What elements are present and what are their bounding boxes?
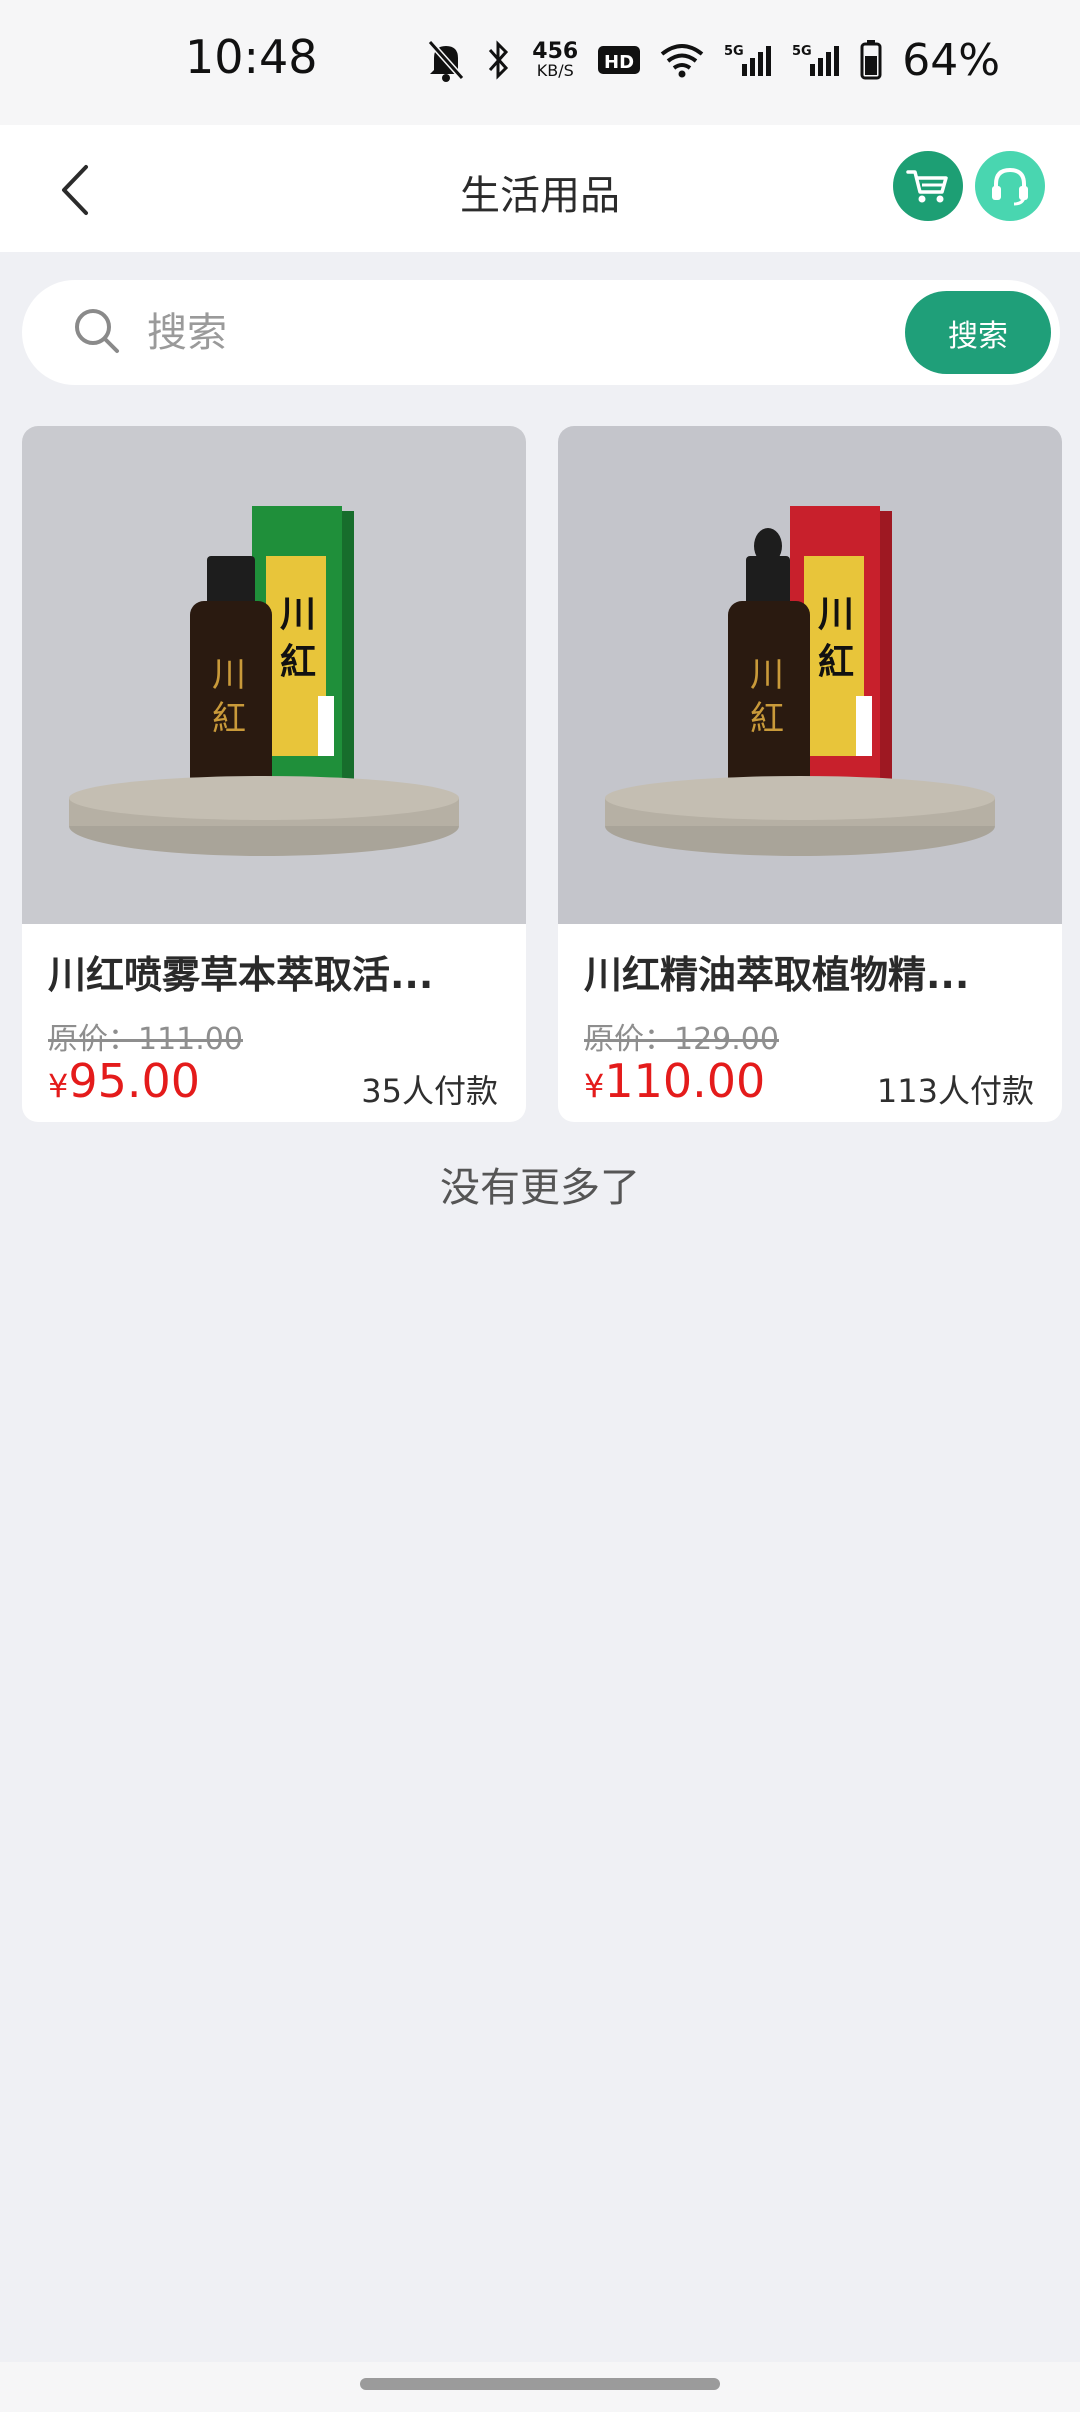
sold-count: 35人付款 <box>361 1072 498 1110</box>
signal-5g-icon: 5G <box>724 42 772 78</box>
product-name: 川红喷雾草本萃取活... <box>48 953 434 997</box>
box-label-1: 川 <box>818 593 854 635</box>
no-more-text: 没有更多了 <box>440 1165 640 1211</box>
product-name: 川红精油萃取植物精... <box>584 953 970 997</box>
product-image[interactable]: 川 紅 川 紅 <box>22 426 526 924</box>
original-price: 原价：129.00 <box>584 1022 779 1057</box>
currency-symbol: ¥ <box>48 1067 69 1105</box>
customer-service-button[interactable] <box>975 151 1045 221</box>
net-speed-unit: KB/S <box>536 61 574 80</box>
original-price: 原价：111.00 <box>48 1022 243 1057</box>
sold-count: 113人付款 <box>876 1072 1034 1110</box>
box-label-2: 紅 <box>818 641 854 683</box>
battery-percent: 64% <box>902 34 1000 86</box>
product-card[interactable]: 川 紅 川 紅 川红精油萃取植物精... 原价：129.00 ¥110.00 1… <box>558 426 1062 1122</box>
svg-text:川: 川 <box>750 655 784 695</box>
box-label-1: 川 <box>280 593 316 635</box>
hd-icon: HD <box>598 44 641 76</box>
signal-5g-icon: 5G <box>792 42 840 78</box>
search-button[interactable]: 搜索 <box>905 291 1051 374</box>
cart-button[interactable] <box>893 151 963 221</box>
wifi-icon <box>660 42 704 78</box>
search-bar: 搜索 <box>22 280 1060 385</box>
net-speed-value: 456 <box>532 39 579 64</box>
product-image[interactable]: 川 紅 川 紅 <box>558 426 1062 924</box>
headset-icon <box>992 167 1028 206</box>
bell-muted-icon <box>426 38 466 82</box>
net-speed: 456 KB/S <box>532 41 578 79</box>
status-bar: 10:48 456 KB/S HD 5G 5G 64% <box>0 0 1080 125</box>
price-value: 110.00 <box>604 1054 766 1108</box>
box-label-2: 紅 <box>280 641 316 683</box>
price-value: 95.00 <box>68 1054 201 1108</box>
app-header: 生活用品 <box>0 125 1080 252</box>
product-card[interactable]: 川 紅 川 紅 川红喷雾草本萃取活... 原价：111.00 ¥95.00 35… <box>22 426 526 1122</box>
search-icon <box>75 309 119 353</box>
sale-price: ¥95.00 <box>48 1054 200 1108</box>
battery-icon <box>860 40 882 80</box>
svg-text:HD: HD <box>604 52 634 73</box>
home-indicator[interactable] <box>360 2378 720 2390</box>
svg-text:紅: 紅 <box>212 699 246 739</box>
svg-text:川: 川 <box>212 655 246 695</box>
svg-text:5G: 5G <box>724 44 744 59</box>
sale-price: ¥110.00 <box>584 1054 765 1108</box>
bluetooth-icon <box>486 38 512 82</box>
svg-text:5G: 5G <box>792 44 812 59</box>
svg-text:紅: 紅 <box>750 699 784 739</box>
currency-symbol: ¥ <box>584 1067 605 1105</box>
cart-icon <box>906 170 948 203</box>
search-input[interactable] <box>145 298 909 368</box>
status-time: 10:48 <box>185 30 318 84</box>
status-icons: 456 KB/S HD 5G 5G 64% <box>426 30 1000 90</box>
